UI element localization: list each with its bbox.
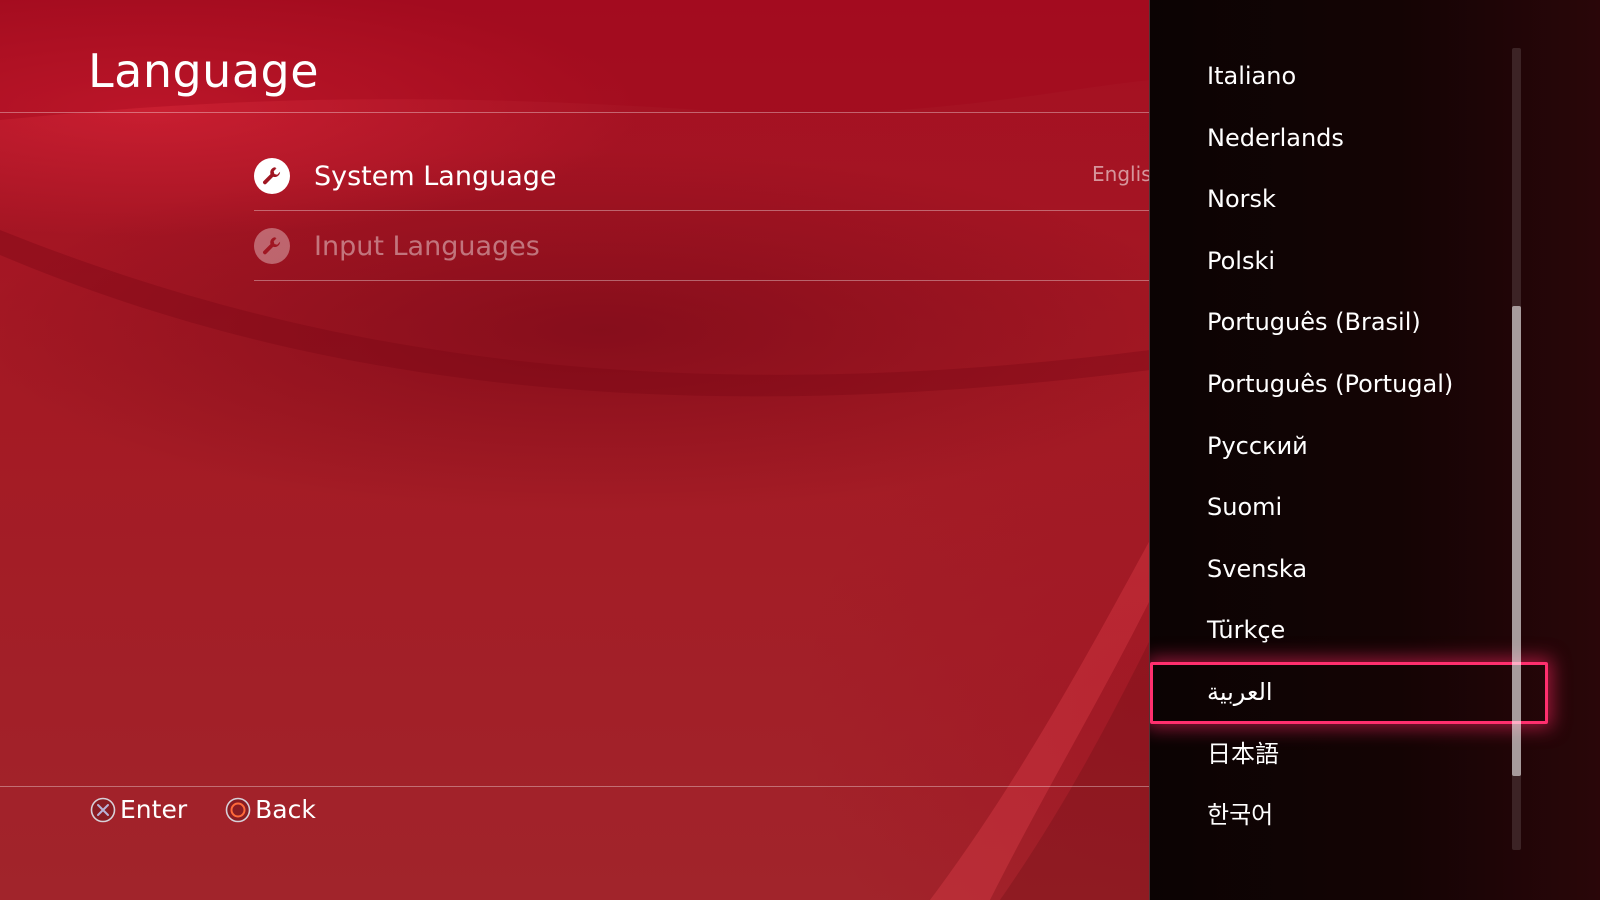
cross-button-icon	[90, 797, 116, 822]
scrollbar-track[interactable]	[1512, 48, 1521, 850]
language-option[interactable]: 日本語	[1150, 724, 1550, 786]
wrench-icon	[254, 158, 290, 194]
menu-item-label: Input Languages	[314, 230, 540, 262]
language-option[interactable]: 한국어	[1150, 785, 1550, 847]
wrench-icon	[254, 228, 290, 264]
language-dropdown-panel[interactable]: Italiano Nederlands Norsk Polski Portugu…	[1149, 0, 1600, 900]
enter-hint[interactable]: Enter	[90, 795, 187, 824]
page-title: Language	[88, 44, 320, 98]
language-option[interactable]: Svenska	[1150, 539, 1550, 601]
language-option[interactable]: Português (Brasil)	[1150, 292, 1550, 354]
back-hint[interactable]: Back	[225, 795, 316, 824]
scrollbar-thumb[interactable]	[1512, 306, 1521, 776]
menu-divider	[254, 210, 1150, 211]
language-option[interactable]: Português (Portugal)	[1150, 354, 1550, 416]
language-option[interactable]: Polski	[1150, 231, 1550, 293]
menu-item-system-language[interactable]: System Language	[254, 142, 1154, 210]
language-option-list: Italiano Nederlands Norsk Polski Portugu…	[1150, 46, 1550, 847]
language-option[interactable]: Suomi	[1150, 477, 1550, 539]
back-label: Back	[255, 795, 316, 824]
menu-item-input-languages[interactable]: Input Languages	[254, 212, 1154, 280]
menu-item-label: System Language	[314, 160, 557, 192]
language-option[interactable]: Norsk	[1150, 169, 1550, 231]
enter-label: Enter	[120, 795, 188, 824]
language-option[interactable]: Русский	[1150, 416, 1550, 478]
language-option[interactable]: Italiano	[1150, 46, 1550, 108]
circle-button-icon	[225, 797, 251, 822]
footer-hints: Enter Back	[90, 795, 354, 824]
menu-divider	[254, 280, 1150, 281]
language-option[interactable]: Nederlands	[1150, 108, 1550, 170]
language-option-focused[interactable]: العربية	[1150, 662, 1548, 724]
language-option[interactable]: Türkçe	[1150, 600, 1550, 662]
